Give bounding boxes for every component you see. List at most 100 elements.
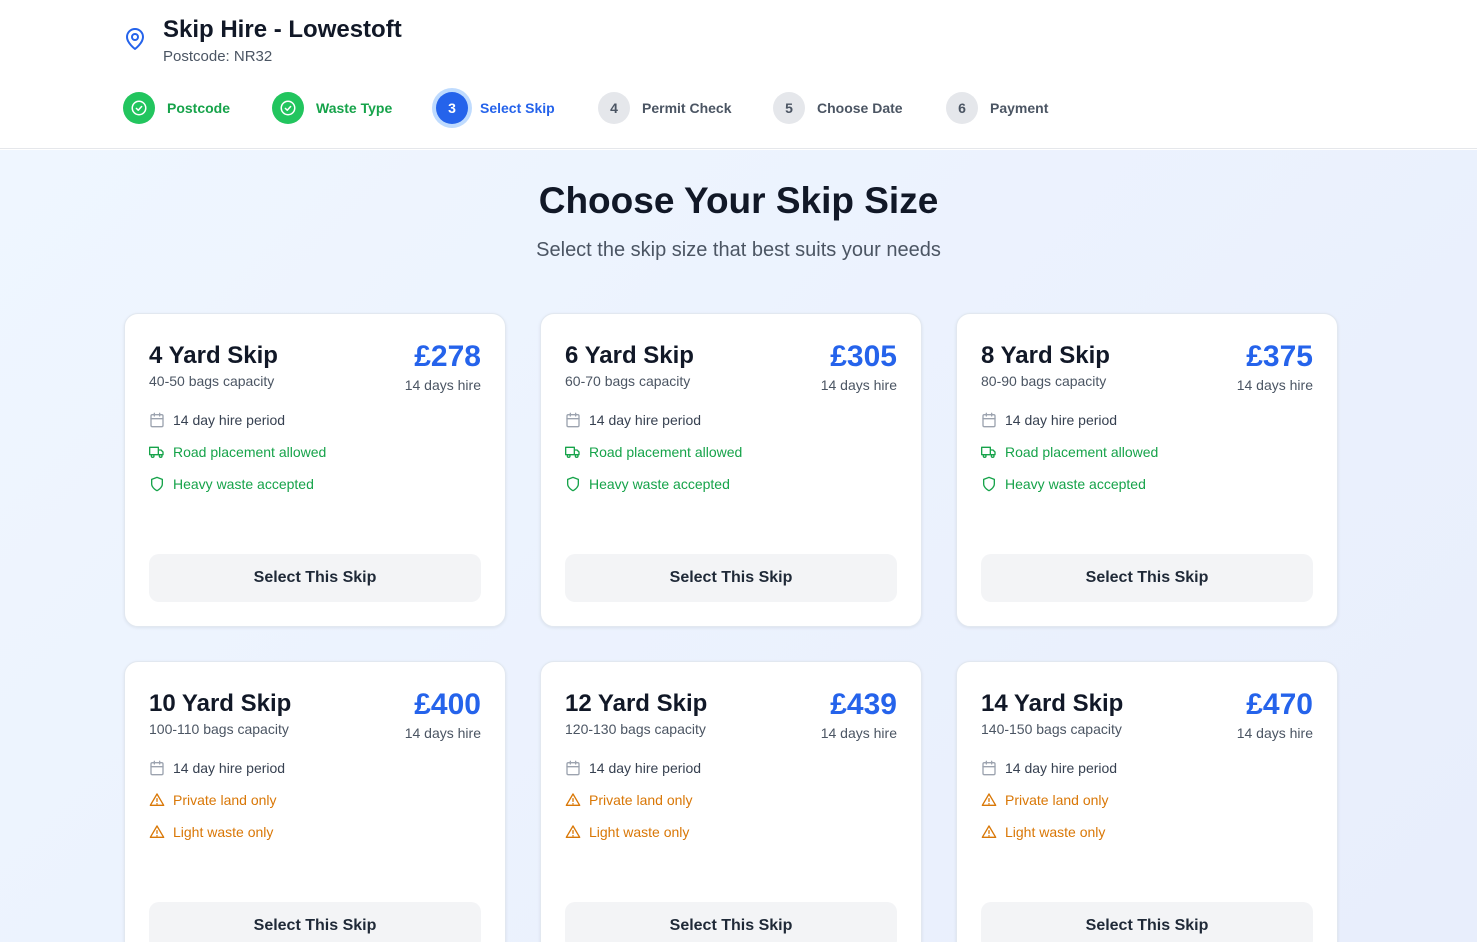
skip-capacity: 120-130 bags capacity <box>565 721 706 737</box>
skip-card: 6 Yard Skip 60-70 bags capacity £305 14 … <box>540 313 922 627</box>
skip-price: £439 <box>830 688 897 721</box>
feature-text: 14 day hire period <box>1005 412 1118 428</box>
warning-icon <box>981 825 997 838</box>
feature-waste: Light waste only <box>149 824 273 840</box>
step-label: Payment <box>990 100 1049 116</box>
skip-price: £470 <box>1246 688 1313 721</box>
section-subtitle: Select the skip size that best suits you… <box>536 239 941 261</box>
feature-text: Road placement allowed <box>173 444 327 460</box>
check-icon <box>272 92 304 124</box>
feature-hire-period: 14 day hire period <box>981 412 1117 428</box>
hire-duration: 14 days hire <box>404 377 481 393</box>
feature-text: Heavy waste accepted <box>173 476 314 492</box>
feature-text: Heavy waste accepted <box>589 476 730 492</box>
skip-card: 8 Yard Skip 80-90 bags capacity £375 14 … <box>956 313 1338 627</box>
app-header: Skip Hire - Lowestoft Postcode: NR32 Pos… <box>0 0 1477 149</box>
step-number: 5 <box>773 92 805 124</box>
page-title: Skip Hire - Lowestoft <box>163 16 402 43</box>
feature-text: Light waste only <box>589 824 690 840</box>
feature-waste: Light waste only <box>565 824 689 840</box>
calendar-icon <box>566 760 580 776</box>
hire-duration: 14 days hire <box>1236 725 1313 741</box>
step-number: 4 <box>598 92 630 124</box>
skip-price: £375 <box>1246 340 1313 373</box>
skip-capacity: 100-110 bags capacity <box>149 721 289 737</box>
skip-name: 14 Yard Skip <box>981 690 1124 717</box>
hire-duration: 14 days hire <box>404 725 481 741</box>
feature-text: Road placement allowed <box>1005 444 1159 460</box>
feature-text: 14 day hire period <box>1005 760 1118 776</box>
feature-waste: Heavy waste accepted <box>981 476 1146 492</box>
postcode-label: Postcode: NR32 <box>163 48 273 65</box>
feature-placement: Road placement allowed <box>981 444 1158 460</box>
feature-text: Road placement allowed <box>589 444 743 460</box>
skip-card: 14 Yard Skip 140-150 bags capacity £470 … <box>956 661 1338 942</box>
select-skip-button[interactable]: Select This Skip <box>981 554 1313 602</box>
step-label: Waste Type <box>316 100 393 116</box>
step-select-skip[interactable]: 3 Select Skip <box>436 92 555 124</box>
warning-icon <box>565 825 581 838</box>
step-number: 6 <box>946 92 978 124</box>
feature-waste: Heavy waste accepted <box>565 476 730 492</box>
warning-icon <box>149 793 165 806</box>
step-choose-date[interactable]: 5 Choose Date <box>773 92 903 124</box>
feature-hire-period: 14 day hire period <box>565 412 701 428</box>
skip-price: £305 <box>830 340 897 373</box>
skip-capacity: 40-50 bags capacity <box>149 373 275 389</box>
feature-text: Private land only <box>173 792 277 808</box>
skip-price: £278 <box>414 340 481 373</box>
feature-waste: Heavy waste accepted <box>149 476 314 492</box>
calendar-icon <box>150 760 164 776</box>
step-label: Select Skip <box>480 100 555 116</box>
select-skip-button[interactable]: Select This Skip <box>149 554 481 602</box>
hire-duration: 14 days hire <box>820 377 897 393</box>
skip-capacity: 60-70 bags capacity <box>565 373 691 389</box>
skip-selection-section: Choose Your Skip Size Select the skip si… <box>0 150 1477 942</box>
hire-duration: 14 days hire <box>820 725 897 741</box>
calendar-icon <box>566 412 580 428</box>
select-skip-button[interactable]: Select This Skip <box>981 902 1313 942</box>
truck-icon <box>981 446 996 458</box>
feature-placement: Private land only <box>981 792 1109 808</box>
step-permit-check[interactable]: 4 Permit Check <box>598 92 731 124</box>
feature-text: Light waste only <box>173 824 274 840</box>
skip-capacity: 80-90 bags capacity <box>981 373 1107 389</box>
feature-text: 14 day hire period <box>589 412 702 428</box>
skip-name: 4 Yard Skip <box>149 342 278 369</box>
skip-name: 10 Yard Skip <box>149 690 292 717</box>
select-skip-button[interactable]: Select This Skip <box>565 902 897 942</box>
step-label: Permit Check <box>642 100 732 116</box>
skip-name: 6 Yard Skip <box>565 342 694 369</box>
calendar-icon <box>982 760 996 776</box>
select-skip-button[interactable]: Select This Skip <box>565 554 897 602</box>
warning-icon <box>149 825 165 838</box>
feature-text: 14 day hire period <box>173 760 286 776</box>
step-payment[interactable]: 6 Payment <box>946 92 1048 124</box>
shield-icon <box>151 476 163 492</box>
skip-capacity: 140-150 bags capacity <box>981 721 1122 737</box>
shield-icon <box>983 476 995 492</box>
map-pin-icon <box>126 28 144 50</box>
step-label: Choose Date <box>817 100 903 116</box>
skip-price: £400 <box>414 688 481 721</box>
feature-text: Light waste only <box>1005 824 1106 840</box>
feature-waste: Light waste only <box>981 824 1105 840</box>
calendar-icon <box>150 412 164 428</box>
select-skip-button[interactable]: Select This Skip <box>149 902 481 942</box>
truck-icon <box>149 446 164 458</box>
skip-name: 12 Yard Skip <box>565 690 708 717</box>
skip-card: 12 Yard Skip 120-130 bags capacity £439 … <box>540 661 922 942</box>
step-label: Postcode <box>167 100 231 116</box>
feature-hire-period: 14 day hire period <box>149 412 285 428</box>
shield-icon <box>567 476 579 492</box>
feature-hire-period: 14 day hire period <box>565 760 701 776</box>
feature-placement: Road placement allowed <box>149 444 326 460</box>
step-postcode[interactable]: Postcode <box>123 92 230 124</box>
feature-text: Private land only <box>1005 792 1109 808</box>
hire-duration: 14 days hire <box>1236 377 1313 393</box>
brand: Skip Hire - Lowestoft Postcode: NR32 <box>123 16 402 65</box>
step-waste-type[interactable]: Waste Type <box>272 92 392 124</box>
skip-card: 10 Yard Skip 100-110 bags capacity £400 … <box>124 661 506 942</box>
skip-card: 4 Yard Skip 40-50 bags capacity £278 14 … <box>124 313 506 627</box>
feature-text: 14 day hire period <box>589 760 702 776</box>
